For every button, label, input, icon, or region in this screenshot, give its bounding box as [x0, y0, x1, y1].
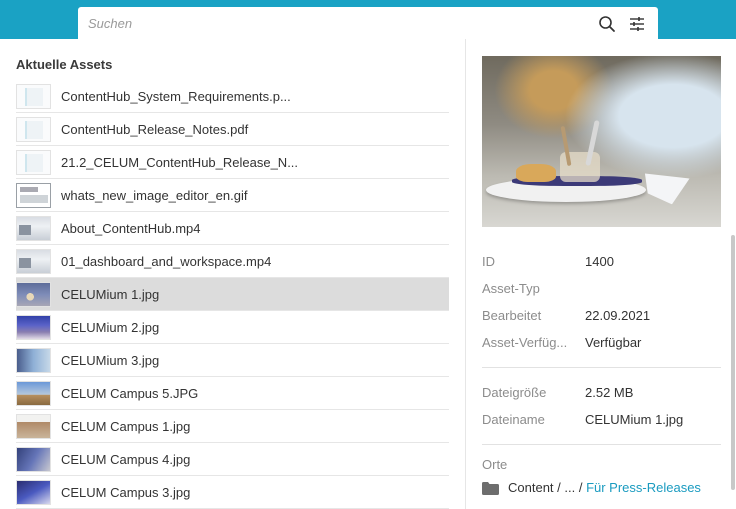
- asset-list-item[interactable]: CELUM Campus 3.jpg: [16, 476, 449, 509]
- asset-list-item[interactable]: ContentHub_System_Requirements.p...: [16, 80, 449, 113]
- asset-thumbnail: [16, 150, 51, 175]
- asset-list-item[interactable]: 21.2_CELUM_ContentHub_Release_N...: [16, 146, 449, 179]
- divider: [482, 444, 721, 445]
- asset-thumbnail: [16, 480, 51, 505]
- asset-list-item[interactable]: CELUM Campus 1.jpg: [16, 410, 449, 443]
- asset-thumbnail: [16, 117, 51, 142]
- meta-file-name-label: Dateiname: [482, 412, 545, 427]
- meta-id-label: ID: [482, 254, 495, 269]
- folder-icon: [482, 482, 499, 495]
- asset-list-item[interactable]: whats_new_image_editor_en.gif: [16, 179, 449, 212]
- asset-list-item[interactable]: 01_dashboard_and_workspace.mp4: [16, 245, 449, 278]
- location-link[interactable]: Für Press-Releases: [586, 480, 701, 495]
- meta-availability-value: Verfügbar: [585, 335, 642, 350]
- asset-thumbnail: [16, 381, 51, 406]
- asset-name: CELUM Campus 5.JPG: [61, 386, 199, 401]
- meta-asset-type-label: Asset-Typ: [482, 281, 540, 296]
- asset-thumbnail: [16, 348, 51, 373]
- asset-name: CELUM Campus 1.jpg: [61, 419, 191, 434]
- asset-thumbnail: [16, 84, 51, 109]
- asset-list-item[interactable]: ContentHub_Release_Notes.pdf: [16, 113, 449, 146]
- meta-edited-label: Bearbeitet: [482, 308, 542, 323]
- asset-name: ContentHub_System_Requirements.p...: [61, 89, 291, 104]
- meta-availability-label: Asset-Verfüg...: [482, 335, 568, 350]
- asset-name: whats_new_image_editor_en.gif: [61, 188, 248, 203]
- asset-thumbnail: [16, 414, 51, 439]
- filter-sliders-icon[interactable]: [628, 15, 646, 33]
- asset-name: 01_dashboard_and_workspace.mp4: [61, 254, 272, 269]
- search-input[interactable]: [88, 7, 588, 39]
- asset-details-panel: ID 1400 Asset-Typ Bearbeitet 22.09.2021 …: [465, 39, 736, 509]
- asset-thumbnail: [16, 282, 51, 307]
- meta-edited-value: 22.09.2021: [585, 308, 651, 323]
- asset-list-item[interactable]: CELUMium 1.jpg: [16, 278, 449, 311]
- asset-name: CELUMium 2.jpg: [61, 320, 160, 335]
- section-title: Aktuelle Assets: [16, 57, 113, 72]
- asset-list: ContentHub_System_Requirements.p... Conte…: [16, 80, 449, 509]
- asset-thumbnail: [16, 315, 51, 340]
- asset-list-item[interactable]: CELUM Campus 4.jpg: [16, 443, 449, 476]
- asset-name: About_ContentHub.mp4: [61, 221, 201, 236]
- asset-name: CELUMium 1.jpg: [61, 287, 160, 302]
- meta-file-name-value: CELUMium 1.jpg: [585, 412, 684, 427]
- asset-name: 21.2_CELUM_ContentHub_Release_N...: [61, 155, 299, 170]
- asset-thumbnail: [16, 249, 51, 274]
- asset-name: ContentHub_Release_Notes.pdf: [61, 122, 249, 137]
- asset-list-item[interactable]: CELUMium 3.jpg: [16, 344, 449, 377]
- search-icon[interactable]: [598, 15, 616, 33]
- locations-label: Orte: [482, 457, 508, 472]
- top-bar: [0, 0, 736, 39]
- asset-list-item[interactable]: CELUM Campus 5.JPG: [16, 377, 449, 410]
- meta-id-value: 1400: [585, 254, 614, 269]
- meta-file-size-value: 2.52 MB: [585, 385, 634, 400]
- recent-assets-panel: Aktuelle Assets ContentHub_System_Requir…: [0, 39, 465, 509]
- location-path-prefix: Content / ... /: [508, 480, 583, 495]
- asset-name: CELUMium 3.jpg: [61, 353, 160, 368]
- search-bar: [78, 7, 658, 39]
- asset-list-item[interactable]: About_ContentHub.mp4: [16, 212, 449, 245]
- asset-thumbnail: [16, 216, 51, 241]
- divider: [482, 367, 721, 368]
- asset-name: CELUM Campus 3.jpg: [61, 485, 191, 500]
- asset-thumbnail: [16, 447, 51, 472]
- asset-name: CELUM Campus 4.jpg: [61, 452, 191, 467]
- asset-preview-image: [482, 56, 721, 227]
- meta-file-size-label: Dateigröße: [482, 385, 547, 400]
- asset-thumbnail: [16, 183, 51, 208]
- location-path: Content / ... / Für Press-Releases: [508, 480, 701, 495]
- asset-list-item[interactable]: CELUMium 2.jpg: [16, 311, 449, 344]
